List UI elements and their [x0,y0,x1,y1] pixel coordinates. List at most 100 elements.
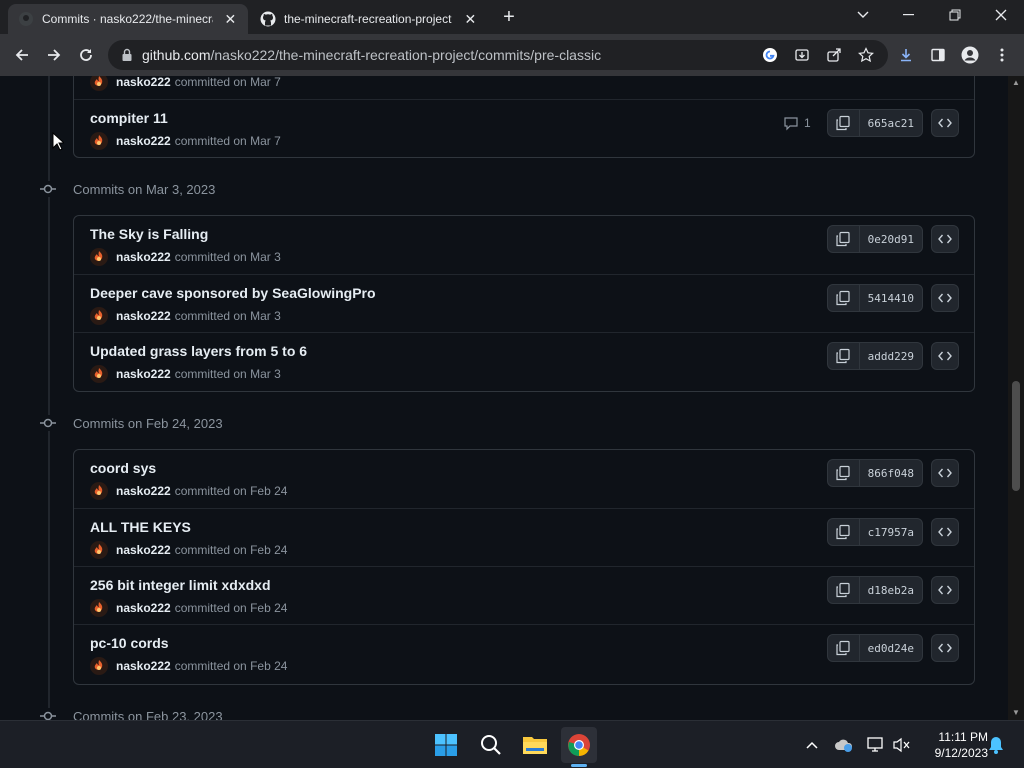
author-link[interactable]: nasko222 [116,309,171,323]
author-link[interactable]: nasko222 [116,484,171,498]
scroll-up-arrow-icon[interactable]: ▲ [1008,76,1024,90]
commit-message[interactable]: coord sys [90,460,156,476]
comment-count[interactable]: 1 [783,115,811,131]
windows-taskbar: 11:11 PM 9/12/2023 [0,720,1024,768]
profile-icon[interactable] [959,44,981,66]
code-icon [938,468,952,478]
author-link[interactable]: nasko222 [116,76,171,89]
tab-commits[interactable]: Commits · nasko222/the-minecraft-recreat… [8,4,248,34]
copy-icon [836,348,850,364]
show-hidden-icons-chevron-icon[interactable] [802,735,822,755]
browse-repo-button[interactable] [931,518,959,546]
browse-repo-button[interactable] [931,634,959,662]
chrome-taskbar-button[interactable] [561,727,597,763]
copy-icon [836,582,850,598]
commit-message[interactable]: Deeper cave sponsored by SeaGlowingPro [90,285,376,301]
close-tab-icon[interactable]: ✕ [223,11,238,28]
minimize-button[interactable] [886,0,932,30]
commit-group-date: Commits on Feb 23, 2023 [73,708,223,721]
avatar[interactable] [90,482,108,500]
lock-icon[interactable] [120,48,134,62]
commit-message[interactable]: Updated grass layers from 5 to 6 [90,343,307,359]
side-panel-icon[interactable] [927,44,949,66]
commit-meta: nasko222 committed on Mar 3 [90,365,281,383]
browse-repo-button[interactable] [931,459,959,487]
scroll-down-arrow-icon[interactable]: ▼ [1008,706,1024,720]
copy-sha-button[interactable] [828,577,860,603]
author-link[interactable]: nasko222 [116,250,171,264]
commit-message[interactable]: ALL THE KEYS [90,519,191,535]
avatar[interactable] [90,76,108,91]
browse-repo-button[interactable] [931,576,959,604]
commit-row: Deeper cave sponsored by SeaGlowingPro na… [74,274,974,332]
install-app-icon[interactable] [791,44,813,66]
browse-repo-button[interactable] [931,225,959,253]
system-clock[interactable]: 11:11 PM 9/12/2023 [918,729,988,761]
commit-sha-link[interactable]: ed0d24e [860,635,922,661]
reload-button[interactable] [73,42,99,68]
avatar[interactable] [90,599,108,617]
author-link[interactable]: nasko222 [116,367,171,381]
browse-repo-button[interactable] [931,284,959,312]
copy-sha-button[interactable] [828,285,860,311]
timeline-line [48,76,50,720]
more-menu-icon[interactable] [991,44,1013,66]
copy-sha-button[interactable] [828,226,860,252]
copy-icon [836,640,850,656]
tab-repo[interactable]: the-minecraft-recreation-project ✕ [250,4,488,34]
commit-meta: nasko222 committed on Feb 24 [90,657,287,675]
search-icon [481,735,501,755]
scroll-thumb[interactable] [1012,381,1020,491]
avatar[interactable] [90,132,108,150]
file-explorer-button[interactable] [517,727,553,763]
close-tab-icon[interactable]: ✕ [463,11,478,28]
commit-message[interactable]: 256 bit integer limit xdxdxd [90,577,271,593]
volume-muted-icon[interactable] [892,735,912,755]
author-link[interactable]: nasko222 [116,601,171,615]
sha-button-group: c17957a [826,518,923,546]
commit-message[interactable]: The Sky is Falling [90,226,208,242]
tab-search-chevron-icon[interactable] [840,0,886,30]
downloads-icon[interactable] [895,44,917,66]
avatar[interactable] [90,657,108,675]
copy-sha-button[interactable] [828,110,860,136]
network-icon[interactable] [866,735,886,755]
avatar[interactable] [90,365,108,383]
copy-sha-button[interactable] [828,519,860,545]
new-tab-button[interactable]: + [498,6,520,28]
commit-sha-link[interactable]: 866f048 [860,460,922,486]
avatar[interactable] [90,307,108,325]
notification-bell-icon[interactable] [986,735,1006,755]
commit-message[interactable]: pc-10 cords [90,635,169,651]
copy-sha-button[interactable] [828,635,860,661]
avatar[interactable] [90,541,108,559]
bookmark-star-icon[interactable] [855,44,877,66]
author-link[interactable]: nasko222 [116,543,171,557]
browse-repo-button[interactable] [931,109,959,137]
avatar[interactable] [90,248,108,266]
commit-sha-link[interactable]: d18eb2a [860,577,922,603]
sha-button-group: 0e20d91 [826,225,923,253]
page-scrollbar[interactable]: ▲ ▼ [1008,76,1024,720]
commit-date: committed on Feb 24 [174,543,288,557]
start-button[interactable] [428,727,464,763]
close-window-button[interactable] [978,0,1024,30]
browse-repo-button[interactable] [931,342,959,370]
commit-message[interactable]: compiter 11 [90,110,168,126]
taskbar-search-button[interactable] [473,727,509,763]
copy-sha-button[interactable] [828,460,860,486]
forward-button[interactable] [41,42,67,68]
commit-sha-link[interactable]: 0e20d91 [860,226,922,252]
author-link[interactable]: nasko222 [116,659,171,673]
author-link[interactable]: nasko222 [116,134,171,148]
share-icon[interactable] [823,44,845,66]
onedrive-icon[interactable] [834,735,854,755]
commit-sha-link[interactable]: addd229 [860,343,922,369]
google-icon[interactable] [759,44,781,66]
commit-sha-link[interactable]: c17957a [860,519,922,545]
commit-sha-link[interactable]: 5414410 [860,285,922,311]
commit-sha-link[interactable]: 665ac21 [860,110,922,136]
back-button[interactable] [9,42,35,68]
restore-button[interactable] [932,0,978,30]
copy-sha-button[interactable] [828,343,860,369]
